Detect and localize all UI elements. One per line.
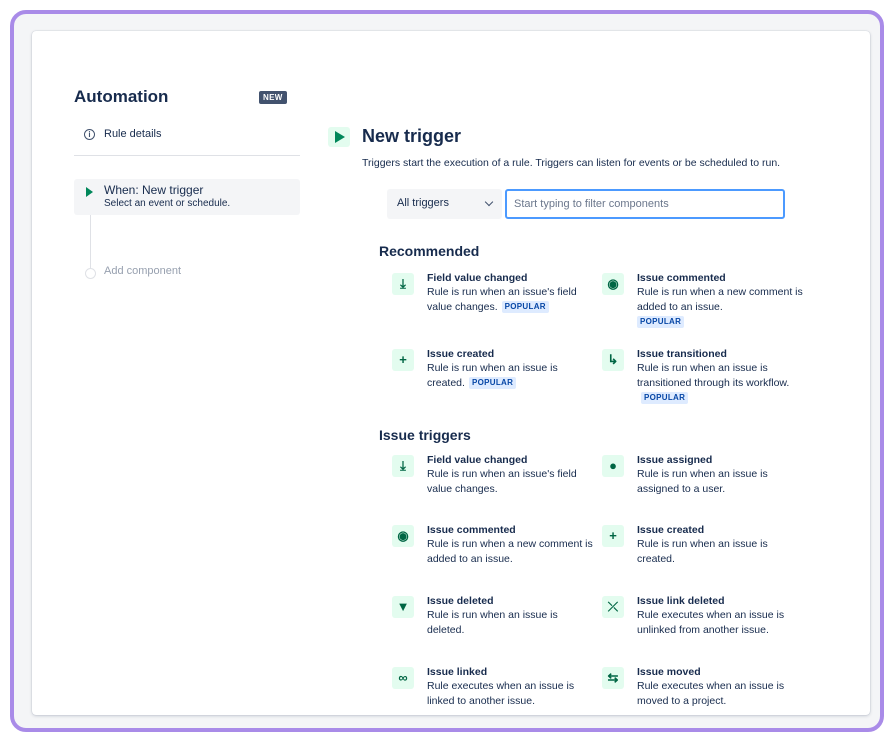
trigger-name: Issue transitioned <box>637 348 727 360</box>
trigger-name: Issue moved <box>637 666 701 678</box>
trigger-desc: Rule executes when an issue is linked to… <box>427 680 575 707</box>
comment-icon: ◉ <box>602 273 624 295</box>
trigger-name: Issue commented <box>637 272 726 284</box>
popular-badge: POPULAR <box>501 301 549 313</box>
issue-triggers-heading: Issue triggers <box>379 427 471 443</box>
field-change-icon: ⤓ <box>392 273 414 295</box>
filter-input[interactable] <box>505 189 785 219</box>
info-icon: i <box>84 129 95 140</box>
page-description: Triggers start the execution of a rule. … <box>362 157 781 169</box>
field-change-icon: ⤓ <box>392 455 414 477</box>
transition-icon: ↳ <box>602 349 624 371</box>
trigger-desc: Rule is run when an issue is deleted. <box>427 609 558 636</box>
trigger-name: Issue assigned <box>637 454 713 466</box>
link-icon: ∞ <box>392 667 414 689</box>
rule-details-item[interactable]: i Rule details <box>74 125 300 156</box>
trigger-desc: Rule is run when an issue's field value … <box>427 286 577 313</box>
add-component-label: Add component <box>104 265 182 277</box>
step-dot-icon <box>85 268 96 279</box>
trigger-desc: Rule is run when an issue is created. POP… <box>427 362 558 389</box>
when-trigger-title: When: New trigger <box>104 183 204 197</box>
user-icon: ● <box>602 455 624 477</box>
when-trigger-item[interactable]: When: New trigger Select an event or sch… <box>74 179 300 215</box>
trigger-desc: Rule is run when an issue is created. <box>637 538 768 565</box>
plus-icon: + <box>392 349 414 371</box>
trigger-name: Issue created <box>427 348 495 360</box>
trigger-name: Field value changed <box>427 454 528 466</box>
plus-icon: + <box>602 525 624 547</box>
trigger-type-value: All triggers <box>397 197 449 209</box>
comment-icon: ◉ <box>392 525 414 547</box>
trigger-desc: Rule is run when a new comment is added … <box>637 286 803 328</box>
trigger-desc: Rule is run when an issue is assigned to… <box>637 468 768 495</box>
page-title: New trigger <box>362 126 462 146</box>
trigger-desc: Rule is run when a new comment is added … <box>427 538 593 565</box>
app-frame: Automation NEW i Rule details When: New … <box>10 10 884 732</box>
trigger-name: Issue deleted <box>427 595 494 607</box>
add-component-item[interactable]: Add component <box>74 265 300 283</box>
trigger-desc: Rule executes when an issue is moved to … <box>637 680 785 707</box>
trigger-name: Issue link deleted <box>637 595 725 607</box>
unlink-icon: ⤫ <box>602 596 624 618</box>
trigger-name: Issue linked <box>427 666 488 678</box>
trigger-desc: Rule executes when an issue is unlinked … <box>637 609 785 636</box>
trigger-name: Field value changed <box>427 272 528 284</box>
popular-badge: POPULAR <box>468 377 517 389</box>
step-connector <box>90 215 91 269</box>
rule-details-label: Rule details <box>104 128 162 140</box>
sidebar-title: Automation <box>74 87 169 106</box>
trigger-desc: Rule is run when an issue's field value … <box>427 468 577 495</box>
trigger-name: Issue commented <box>427 524 516 536</box>
automation-card: Automation NEW i Rule details When: New … <box>32 31 870 715</box>
trash-icon: ▼ <box>392 596 414 618</box>
popular-badge: POPULAR <box>641 392 689 404</box>
recommended-heading: Recommended <box>379 243 480 259</box>
play-icon <box>86 187 93 197</box>
move-icon: ⇆ <box>602 667 624 689</box>
trigger-type-select[interactable]: All triggers <box>387 189 502 219</box>
trigger-name: Issue created <box>637 524 705 536</box>
play-icon <box>328 127 350 147</box>
when-trigger-subtitle: Select an event or schedule. <box>104 198 231 209</box>
popular-badge: POPULAR <box>637 316 685 328</box>
trigger-desc: Rule is run when an issue is transitione… <box>637 362 790 404</box>
chevron-down-icon <box>484 197 494 207</box>
new-badge: NEW <box>259 91 287 104</box>
